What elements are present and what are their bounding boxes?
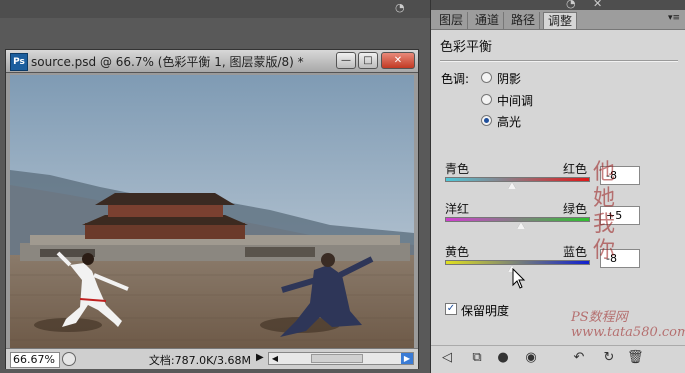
status-menu-arrow-icon[interactable]: ▶	[256, 352, 264, 363]
panel-bottom-bar: ◁ ⧉ ● ◉ ↶ ↻ 🗑	[431, 345, 685, 370]
reset-icon[interactable]: ↻	[601, 350, 617, 366]
horizontal-scrollbar[interactable]: ◀ ▶	[268, 352, 414, 365]
zoom-field[interactable]: 66.67%	[10, 352, 60, 368]
scroll-left-icon[interactable]: ◀	[269, 353, 281, 364]
slider-cyan-label: 青色	[445, 162, 470, 176]
watermark-text: PS数程网 www.tata580.com	[571, 310, 685, 340]
restore-button[interactable]: □	[358, 52, 378, 69]
image-canvas[interactable]	[10, 75, 414, 348]
document-titlebar[interactable]: Ps source.psd @ 66.7% (色彩平衡 1, 图层蒙版/8) *…	[6, 50, 418, 73]
tab-layers[interactable]: 图层	[435, 12, 469, 29]
radio-highlights[interactable]	[481, 115, 492, 126]
hand-icon[interactable]: ◔	[395, 1, 409, 14]
preserve-luminosity-label: 保留明度	[461, 304, 510, 318]
radio-midtones-label: 中间调	[497, 94, 534, 108]
document-window[interactable]: Ps source.psd @ 66.7% (色彩平衡 1, 图层蒙版/8) *…	[5, 49, 419, 369]
panel-top-strip: ◔ ✕	[431, 0, 685, 10]
back-arrow-icon[interactable]: ◁	[439, 350, 455, 366]
divider	[440, 60, 678, 62]
mask-icon[interactable]: ●	[495, 350, 511, 366]
close-button[interactable]: ✕	[381, 52, 415, 69]
slider-cyan-red-knob[interactable]	[507, 182, 516, 189]
panel-menu-icon[interactable]: ▾≡	[668, 13, 680, 23]
photoshop-icon: Ps	[10, 53, 28, 71]
top-strip: ◔	[0, 0, 430, 18]
radio-highlights-label: 高光	[497, 115, 522, 129]
adjustments-panel: ◔ ✕ 图层 通道 路径 调整 ▾≡ 色彩平衡 色调: 阴影 中间调 高光 青色…	[430, 0, 685, 373]
clip-icon[interactable]: ⧉	[469, 350, 485, 366]
watermark-stamp: 他她我你	[593, 160, 616, 263]
slider-red-label: 红色	[563, 162, 588, 176]
slider-blue-label: 蓝色	[563, 245, 588, 259]
radio-midtones[interactable]	[481, 94, 492, 105]
courtyard-photo	[10, 75, 414, 348]
minimize-button[interactable]: —	[336, 52, 356, 69]
panel-title: 色彩平衡	[440, 40, 493, 55]
panel-collapse-icon[interactable]: ◔	[566, 0, 576, 10]
radio-shadows[interactable]	[481, 72, 492, 83]
mouse-cursor-icon	[512, 268, 526, 289]
tab-channels[interactable]: 通道	[471, 12, 505, 29]
slider-yellow-label: 黄色	[445, 245, 470, 259]
status-bar: 66.67% 文档:787.0K/3.68M ▶ ◀ ▶	[6, 348, 418, 369]
tab-paths[interactable]: 路径	[507, 12, 541, 29]
workspace: ◔ Ps source.psd @ 66.7% (色彩平衡 1, 图层蒙版/8)…	[0, 0, 430, 373]
scroll-thumb[interactable]	[311, 354, 363, 363]
preserve-luminosity-checkbox[interactable]: ✓	[445, 303, 457, 315]
slider-magenta-label: 洋红	[445, 202, 470, 216]
undo-eye-icon[interactable]: ↶	[571, 350, 587, 366]
slider-green-label: 绿色	[563, 202, 588, 216]
slider-cyan-red-track[interactable]	[445, 177, 590, 182]
slider-yellow-blue-track[interactable]	[445, 260, 590, 265]
scroll-right-icon[interactable]: ▶	[401, 353, 413, 364]
tab-adjustments[interactable]: 调整	[543, 12, 578, 29]
tone-label: 色调:	[441, 72, 470, 86]
zoom-icon[interactable]	[62, 352, 76, 366]
panel-tabs: 图层 通道 路径 调整 ▾≡	[431, 10, 685, 30]
document-info: 文档:787.0K/3.68M	[148, 354, 251, 367]
document-title: source.psd @ 66.7% (色彩平衡 1, 图层蒙版/8) *	[31, 55, 304, 69]
eye-icon[interactable]: ◉	[523, 350, 539, 366]
radio-shadows-label: 阴影	[497, 72, 522, 86]
trash-icon[interactable]: 🗑	[627, 350, 644, 366]
slider-magenta-green-knob[interactable]	[517, 222, 526, 229]
panel-close-icon[interactable]: ✕	[593, 0, 602, 10]
